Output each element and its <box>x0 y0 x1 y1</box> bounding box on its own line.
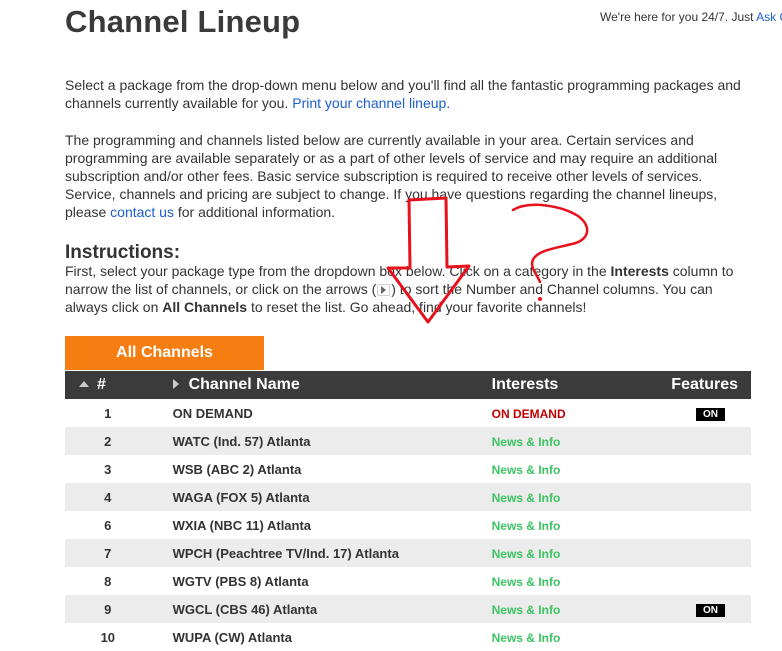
channel-name: ON DEMAND <box>172 405 253 421</box>
interest-link[interactable]: News & Info <box>492 603 561 617</box>
channel-interest-cell: News & Info <box>492 455 629 483</box>
table-row[interactable]: 2 WATC (Ind. 57) Atlanta News & Info <box>65 427 751 455</box>
instructions-all-channels-word: All Channels <box>162 299 248 315</box>
interest-link[interactable]: News & Info <box>492 491 561 505</box>
support-text: We're here for you 24/7. Just Ask Q <box>600 10 782 24</box>
interests-column-header: Interests <box>491 376 559 393</box>
channel-features-cell <box>628 511 751 539</box>
channel-name: WATC (Ind. 57) Atlanta <box>172 433 311 449</box>
channel-interest-cell: News & Info <box>492 511 629 539</box>
channel-name: WGTV (PBS 8) Atlanta <box>172 573 309 589</box>
channel-features-cell <box>628 623 751 651</box>
instructions-paragraph: First, select your package type from the… <box>65 262 755 316</box>
channel-features-cell <box>628 427 751 455</box>
channel-interest-cell: ON DEMAND <box>492 399 629 427</box>
channel-number: 4 <box>104 489 112 505</box>
print-lineup-link[interactable]: Print your channel lineup. <box>292 95 450 111</box>
channel-name-column-header[interactable]: Channel Name <box>151 371 492 399</box>
table-row[interactable]: 9 WGCL (CBS 46) Atlanta News & Info ON <box>65 595 751 623</box>
number-column-header[interactable]: # <box>65 371 151 399</box>
channel-number: 9 <box>104 601 112 617</box>
interest-link[interactable]: News & Info <box>492 463 561 477</box>
instructions-heading: Instructions: <box>65 242 181 263</box>
interest-link[interactable]: ON DEMAND <box>492 407 566 421</box>
channel-features-cell: ON <box>628 595 751 623</box>
channel-number: 1 <box>104 405 112 421</box>
channel-interest-cell: News & Info <box>492 427 629 455</box>
table-header-row: # Channel Name Interests Features <box>65 371 751 399</box>
channel-interest-cell: News & Info <box>492 567 629 595</box>
table-row[interactable]: 1 ON DEMAND ON DEMAND ON <box>65 399 751 427</box>
channel-name: WSB (ABC 2) Atlanta <box>172 461 302 477</box>
channel-interest-cell: News & Info <box>492 623 629 651</box>
sort-arrow-icon <box>377 284 391 297</box>
interest-link[interactable]: News & Info <box>492 435 561 449</box>
channel-number: 8 <box>104 573 112 589</box>
ask-link[interactable]: Ask Q <box>756 10 782 24</box>
instructions-interests-word: Interests <box>610 263 669 279</box>
channel-number: 2 <box>104 433 112 449</box>
channel-number: 7 <box>104 545 112 561</box>
all-channels-tab[interactable]: All Channels <box>65 336 264 370</box>
interest-link[interactable]: News & Info <box>492 547 561 561</box>
channel-features-cell: ON <box>628 399 751 427</box>
instructions-text-4: to reset the list. Go ahead, find your f… <box>250 299 587 315</box>
table-row[interactable]: 7 WPCH (Peachtree TV/Ind. 17) Atlanta News… <box>65 539 751 567</box>
channel-features-cell <box>628 455 751 483</box>
channel-number: 6 <box>104 517 112 533</box>
channel-name: WGCL (CBS 46) Atlanta <box>172 601 318 617</box>
disclaimer-paragraph: The programming and channels listed belo… <box>65 131 755 221</box>
number-header-label: # <box>97 376 106 393</box>
table-row[interactable]: 6 WXIA (NBC 11) Atlanta News & Info <box>65 511 751 539</box>
channel-interest-cell: News & Info <box>492 539 629 567</box>
channel-name: WXIA (NBC 11) Atlanta <box>172 517 312 533</box>
support-label: We're here for you 24/7. Just <box>600 10 754 24</box>
features-column-header: Features <box>671 376 738 393</box>
channel-features-cell <box>628 539 751 567</box>
channel-features-cell <box>628 567 751 595</box>
channel-number: 10 <box>100 629 116 645</box>
channel-name-header-label: Channel Name <box>188 376 300 393</box>
channel-interest-cell: News & Info <box>492 595 629 623</box>
intro-paragraph: Select a package from the drop-down menu… <box>65 76 755 112</box>
on-demand-badge: ON <box>696 604 725 617</box>
channel-features-cell <box>628 483 751 511</box>
contact-us-link[interactable]: contact us <box>110 204 174 220</box>
table-row[interactable]: 10 WUPA (CW) Atlanta News & Info <box>65 623 751 651</box>
interest-link[interactable]: News & Info <box>492 631 561 645</box>
channel-interest-cell: News & Info <box>492 483 629 511</box>
table-row[interactable]: 4 WAGA (FOX 5) Atlanta News & Info <box>65 483 751 511</box>
interest-link[interactable]: News & Info <box>492 575 561 589</box>
disclaimer-text-end: for additional information. <box>177 204 336 220</box>
channel-name: WAGA (FOX 5) Atlanta <box>172 489 310 505</box>
table-row[interactable]: 3 WSB (ABC 2) Atlanta News & Info <box>65 455 751 483</box>
channel-name: WUPA (CW) Atlanta <box>172 629 292 645</box>
page-title: Channel Lineup <box>65 4 301 39</box>
table-row[interactable]: 8 WGTV (PBS 8) Atlanta News & Info <box>65 567 751 595</box>
channel-name: WPCH (Peachtree TV/Ind. 17) Atlanta <box>172 545 399 561</box>
channel-lineup-table: # Channel Name Interests Features 1 ON DE… <box>65 371 751 651</box>
instructions-text-1: First, select your package type from the… <box>65 263 607 279</box>
channel-number: 3 <box>104 461 112 477</box>
interest-link[interactable]: News & Info <box>492 519 561 533</box>
on-demand-badge: ON <box>696 408 725 421</box>
sort-right-icon[interactable] <box>172 379 179 389</box>
sort-up-icon[interactable] <box>79 380 89 387</box>
